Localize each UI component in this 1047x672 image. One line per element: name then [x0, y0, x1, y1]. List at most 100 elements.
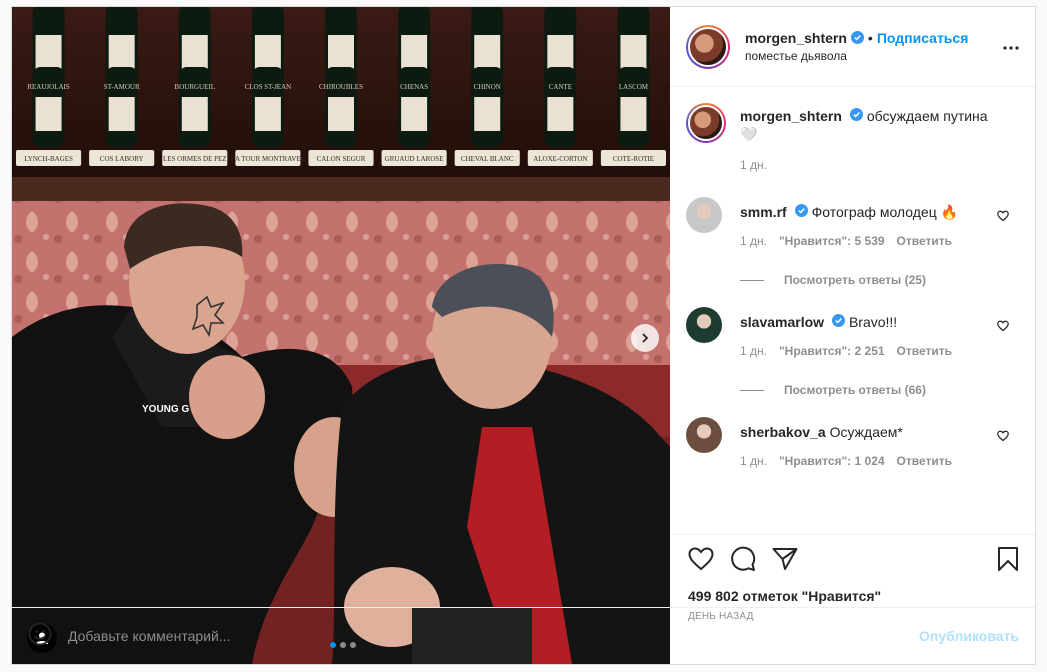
comment-item: slavamarlow Bravo!!! 1 дн. "Нравится": 2…: [686, 307, 1019, 397]
comment-time[interactable]: 1 дн.: [740, 233, 767, 249]
verified-icon: [832, 314, 846, 327]
heart-icon: [997, 210, 1009, 222]
caption-time[interactable]: 1 дн.: [740, 157, 767, 173]
comment-text: Bravo!!!: [848, 314, 898, 330]
comment-item: smm.rf Фотограф молодец 🔥 1 дн. "Нравитс…: [686, 197, 1019, 287]
view-replies-button[interactable]: Посмотреть ответы (25): [740, 273, 1019, 287]
next-slide-button[interactable]: [631, 324, 659, 352]
shelf-upper-label: REAUJOLAIS: [27, 83, 69, 91]
comment-avatar[interactable]: [686, 197, 722, 233]
publish-button[interactable]: Опубликовать: [919, 628, 1019, 644]
shelf-label: ALOXE-CORTON: [533, 155, 587, 163]
view-replies-label: Посмотреть ответы (25): [784, 273, 926, 287]
shelf-upper-label: CHIROUBLES: [319, 83, 363, 91]
bottle-label: [108, 97, 135, 131]
bottle-label: [474, 97, 501, 131]
reply-button[interactable]: Ответить: [897, 343, 952, 359]
author-avatar[interactable]: [686, 24, 730, 69]
view-replies-button[interactable]: Посмотреть ответы (66): [740, 383, 1019, 397]
save-button[interactable]: [997, 546, 1019, 577]
shelf-upper-label: CLOS ST-JEAN: [245, 83, 292, 91]
shelf-label: CALON SEGUR: [317, 155, 366, 163]
verified-icon: [794, 204, 808, 217]
caption-username[interactable]: morgen_shtern: [740, 108, 842, 124]
bottle-label: [620, 35, 647, 69]
comment-username[interactable]: sherbakov_a: [740, 424, 826, 440]
caption: morgen_shtern обсуждаем путина 🤍 1 дн.: [686, 103, 1019, 193]
shelf-label: COTE-ROTIE: [613, 155, 654, 163]
bottle-label: [254, 35, 281, 69]
comment-like-button[interactable]: [997, 319, 1009, 332]
verified-icon: [850, 31, 864, 44]
verified-icon: [849, 108, 863, 121]
comment-like-button[interactable]: [997, 429, 1009, 442]
more-options-button[interactable]: [1003, 37, 1019, 55]
author-username[interactable]: morgen_shtern: [745, 29, 847, 47]
comment-like-button[interactable]: [997, 209, 1009, 222]
shelf-label: COS LABORY: [100, 155, 144, 163]
share-button[interactable]: [772, 547, 798, 576]
shelf-label: GRUAUD LAROSE: [385, 155, 444, 163]
caption-text: обсуждаем путина: [866, 108, 988, 124]
shirt-text: YOUNG G: [142, 404, 189, 415]
comment-likes[interactable]: "Нравится": 1 024: [779, 453, 885, 469]
post-location[interactable]: поместье дьявола: [745, 47, 968, 65]
shelf-upper-label: BOURGUEIL: [175, 83, 215, 91]
bookmark-icon: [998, 546, 1018, 571]
comment-text: Фотограф молодец 🔥: [811, 204, 959, 220]
comment-input[interactable]: Добавьте комментарий...: [68, 628, 919, 644]
like-button[interactable]: [688, 546, 714, 576]
bottle-label: [35, 35, 62, 69]
emoji-button[interactable]: [28, 622, 52, 651]
comment-username[interactable]: slavamarlow: [740, 314, 824, 330]
follow-button[interactable]: Подписаться: [877, 29, 969, 47]
bottle-label: [181, 97, 208, 131]
emoji-icon: [28, 622, 52, 645]
shelf-label: LA TOUR MONTRAVEL: [231, 155, 305, 163]
shelf-label: LES ORMES DE PEZ: [163, 155, 227, 163]
bottle-label: [401, 35, 428, 69]
caption-emoji: 🤍: [740, 126, 758, 142]
likes-count[interactable]: 499 802 отметок "Нравится": [686, 587, 1019, 605]
shelf-label: CHEVAL BLANC: [461, 155, 514, 163]
photo-illustration: REAUJOLAIS LYNCH-BAGES ST-AMOUR COS LABORY B…: [12, 7, 670, 664]
comment-icon: [731, 546, 756, 571]
comment-time[interactable]: 1 дн.: [740, 343, 767, 359]
bottle-label: [35, 97, 62, 131]
comment-text: Осуждаем*: [829, 424, 903, 440]
add-comment-bar: Добавьте комментарий... Опубликовать: [12, 607, 1035, 664]
share-icon: [772, 547, 798, 570]
more-icon: [1003, 46, 1019, 50]
reply-button[interactable]: Ответить: [897, 233, 952, 249]
comments-section[interactable]: morgen_shtern обсуждаем путина 🤍 1 дн. s…: [670, 87, 1035, 534]
comment-time[interactable]: 1 дн.: [740, 453, 767, 469]
comment-button[interactable]: [730, 546, 756, 577]
comment-username[interactable]: smm.rf: [740, 204, 787, 220]
comment-avatar[interactable]: [686, 307, 722, 343]
comment-item: sherbakov_a Осуждаем* 1 дн. "Нравится": 1…: [686, 417, 1019, 469]
bottle-label: [547, 35, 574, 69]
bottle-label: [181, 35, 208, 69]
comment-likes[interactable]: "Нравится": 5 539: [779, 233, 885, 249]
bottle-label: [401, 97, 428, 131]
bottle-label: [547, 97, 574, 131]
shelf-upper-label: LASCOM: [619, 83, 649, 91]
shelf-label: LYNCH-BAGES: [24, 155, 73, 163]
shelf-upper-label: CHENAS: [400, 83, 428, 91]
bottle-label: [328, 35, 354, 69]
comment-likes[interactable]: "Нравится": 2 251: [779, 343, 885, 359]
post-header: morgen_shtern • Подписаться поместье дья…: [670, 7, 1035, 87]
comment-avatar[interactable]: [686, 417, 722, 453]
heart-icon: [997, 320, 1009, 332]
chevron-right-icon: [642, 333, 649, 343]
heart-icon: [688, 546, 714, 570]
reply-button[interactable]: Ответить: [897, 453, 952, 469]
caption-author-avatar[interactable]: [686, 103, 726, 143]
separator-dot: •: [867, 29, 873, 46]
bottle-label: [620, 97, 647, 131]
bottle-label: [328, 97, 354, 131]
heart-icon: [997, 430, 1009, 442]
bottle-label: [474, 35, 501, 69]
shelf-upper-label: ST-AMOUR: [104, 83, 140, 91]
post-photo[interactable]: REAUJOLAIS LYNCH-BAGES ST-AMOUR COS LABORY B…: [12, 7, 670, 664]
